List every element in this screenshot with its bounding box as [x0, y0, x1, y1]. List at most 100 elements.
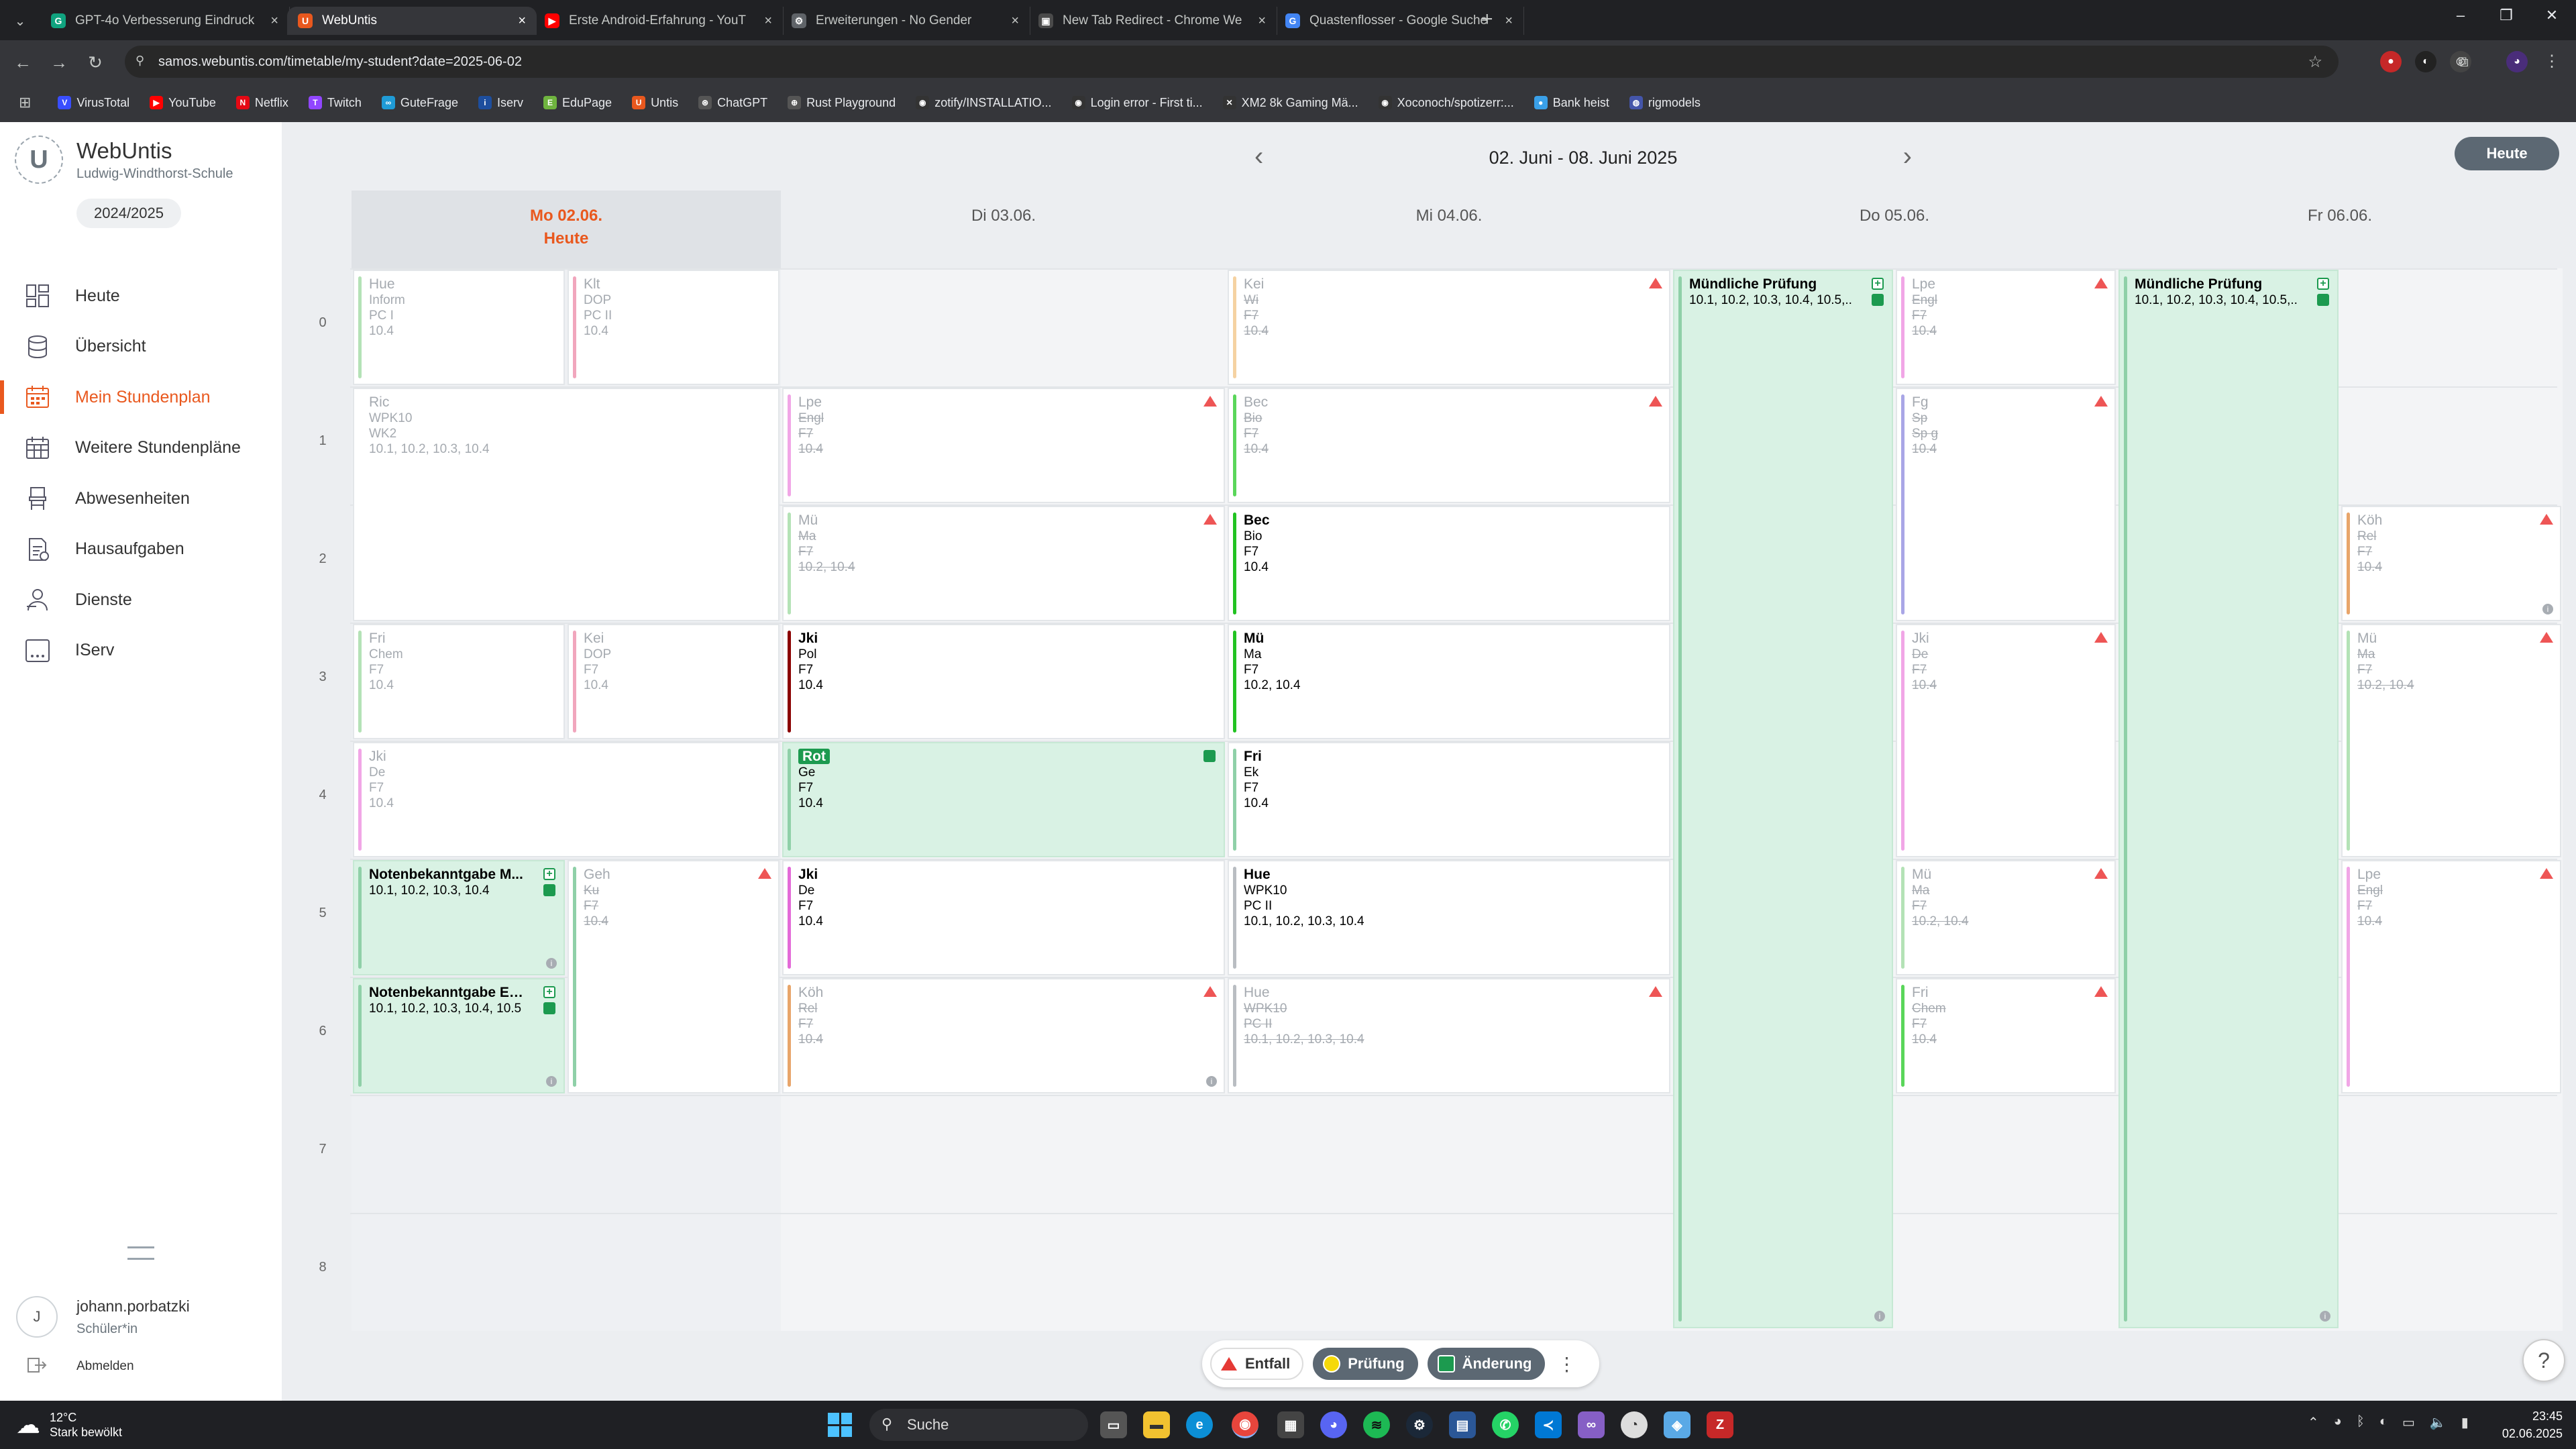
extension-icon[interactable]: ◐ [2415, 51, 2436, 72]
forward-icon[interactable]: → [47, 52, 71, 72]
discord-icon[interactable]: ◕ [1320, 1411, 1347, 1438]
extension-icon[interactable]: ● [2380, 51, 2402, 72]
nav-item[interactable]: Dienste [0, 579, 282, 621]
lesson-card[interactable]: Mü Ma F7 10.2, 10.4 [782, 506, 1225, 621]
user-avatar[interactable]: J [16, 1296, 58, 1338]
browser-tab[interactable]: ▣ New Tab Redirect - Chrome We × [1028, 7, 1277, 35]
apps-grid-icon[interactable]: ⊞ [19, 94, 31, 111]
battery-icon[interactable]: ▮ [2461, 1414, 2469, 1431]
bookmark-item[interactable]: ◉ Login error - First ti... [1071, 96, 1203, 110]
bookmark-item[interactable]: T Twitch [308, 96, 362, 110]
tab-search-icon[interactable]: ⌄ [8, 9, 32, 34]
lesson-card[interactable]: Notenbekanntgabe M... 10.1, 10.2, 10.3, 1… [353, 860, 565, 975]
lesson-card[interactable]: Kei DOP F7 10.4 [568, 624, 780, 739]
volume-icon[interactable]: 🔈 [2430, 1414, 2447, 1431]
lesson-card[interactable]: Ric WPK10 WK2 10.1, 10.2, 10.3, 10.4 [353, 388, 780, 621]
browser-tab[interactable]: ▶ Erste Android-Erfahrung - YouT × [534, 7, 784, 35]
next-week-chevron-icon[interactable]: › [1903, 141, 1912, 172]
week-range-label[interactable]: 02. Juni - 08. Juni 2025 [1489, 148, 1678, 168]
lesson-card[interactable]: Lpe Engl F7 10.4 [782, 388, 1225, 503]
close-tab-icon[interactable]: × [1258, 13, 1266, 29]
bookmark-item[interactable]: ◉ Xoconoch/spotizerr:... [1378, 96, 1514, 110]
info-icon[interactable]: i [1874, 1311, 1885, 1322]
task-view-icon[interactable]: ▭ [1100, 1411, 1127, 1438]
bookmark-item[interactable]: U Untis [632, 96, 678, 110]
previous-week-chevron-icon[interactable]: ‹ [1254, 141, 1263, 172]
info-icon[interactable]: i [546, 1076, 557, 1087]
legend-filter-change[interactable]: Änderung [1427, 1348, 1546, 1380]
legend-filter-exam[interactable]: Prüfung [1313, 1348, 1418, 1380]
info-icon[interactable]: i [1206, 1076, 1217, 1087]
legend-filter-cancel[interactable]: Entfall [1210, 1348, 1304, 1380]
lesson-card[interactable]: Geh Ku F7 10.4 [568, 860, 780, 1093]
browser-tab[interactable]: G GPT-4o Verbesserung Eindruck × [40, 7, 290, 35]
maximize-icon[interactable]: ❐ [2493, 7, 2520, 24]
bookmark-item[interactable]: ⊛ ChatGPT [698, 96, 767, 110]
logout-link[interactable]: Abmelden [76, 1359, 134, 1374]
lesson-card[interactable]: Jki De F7 10.4 [353, 742, 780, 857]
lesson-card[interactable]: Notenbekanntgabe En... 10.1, 10.2, 10.3, … [353, 978, 565, 1093]
browser-tab[interactable]: U WebUntis × [287, 7, 537, 35]
nav-item[interactable]: Weitere Stundenpläne [0, 427, 282, 469]
app-icon[interactable]: ▤ [1449, 1411, 1476, 1438]
whatsapp-icon[interactable]: ✆ [1492, 1411, 1519, 1438]
steam-icon[interactable]: ⚙ [1406, 1411, 1433, 1438]
lesson-card[interactable]: Hue WPK10 PC II 10.1, 10.2, 10.3, 10.4 [1228, 978, 1670, 1093]
info-icon[interactable]: i [2542, 604, 2553, 614]
address-bar[interactable]: ⚲ samos.webuntis.com/timetable/my-studen… [125, 46, 2339, 78]
lesson-card[interactable]: Fri Chem F7 10.4 [1896, 978, 2116, 1093]
new-tab-button[interactable]: + [1481, 8, 1493, 31]
file-explorer-icon[interactable]: ▬ [1143, 1411, 1170, 1438]
spotify-icon[interactable]: ≋ [1363, 1411, 1390, 1438]
close-tab-icon[interactable]: × [1505, 13, 1513, 29]
info-icon[interactable]: i [546, 958, 557, 969]
school-year-selector[interactable]: 2024/2025 [76, 199, 181, 228]
lesson-card[interactable]: Fri Chem F7 10.4 [353, 624, 565, 739]
app-icon[interactable]: ◈ [1664, 1411, 1690, 1438]
bookmark-item[interactable]: N Netflix [235, 96, 288, 110]
bookmark-item[interactable]: ▶ YouTube [150, 96, 216, 110]
bookmark-item[interactable]: ◍ rigmodels [1629, 96, 1701, 110]
reload-icon[interactable]: ↻ [83, 52, 107, 72]
profile-avatar[interactable]: ◕ [2506, 51, 2528, 72]
weather-widget[interactable]: ☁ 12°C Stark bewölkt [16, 1410, 122, 1440]
taskbar-search[interactable]: ⚲ Suche [869, 1409, 1088, 1441]
bookmark-item[interactable]: i Iserv [478, 96, 523, 110]
lesson-card[interactable]: Köh Rel F7 10.4 i [2341, 506, 2561, 621]
close-tab-icon[interactable]: × [270, 13, 278, 29]
bookmark-item[interactable]: ⊕ Rust Playground [788, 96, 896, 110]
lesson-card[interactable]: Hue Inform PC I 10.4 [353, 270, 565, 385]
minimize-icon[interactable]: – [2447, 7, 2474, 24]
nav-item[interactable]: IServ [0, 630, 282, 672]
lesson-card[interactable]: Rot Ge F7 10.4 [782, 742, 1225, 857]
network-icon[interactable]: ▭ [2402, 1414, 2415, 1431]
nav-item[interactable]: Heute [0, 275, 282, 317]
lesson-card[interactable]: Köh Rel F7 10.4 i [782, 978, 1225, 1093]
logout-icon[interactable] [27, 1356, 47, 1374]
lesson-card[interactable]: Fri Ek F7 10.4 [1228, 742, 1670, 857]
lesson-card[interactable]: Mündliche Prüfung 10.1, 10.2, 10.3, 10.4,… [2118, 270, 2339, 1328]
lesson-card[interactable]: Bec Bio F7 10.4 [1228, 506, 1670, 621]
bookmark-item[interactable]: ∞ GuteFrage [381, 96, 458, 110]
close-tab-icon[interactable]: × [764, 13, 772, 29]
close-window-icon[interactable]: ✕ [2538, 7, 2565, 24]
close-tab-icon[interactable]: × [518, 13, 526, 29]
browser-menu-icon[interactable]: ⋮ [2541, 51, 2563, 72]
bookmark-item[interactable]: ● Bank heist [1534, 96, 1609, 110]
lesson-card[interactable]: Klt DOP PC II 10.4 [568, 270, 780, 385]
vscode-icon[interactable]: ≺ [1535, 1411, 1562, 1438]
info-icon[interactable]: i [2320, 1311, 2330, 1322]
windows-start-icon[interactable] [828, 1413, 852, 1437]
chrome-icon[interactable]: ◉ [1232, 1411, 1258, 1438]
back-icon[interactable]: ← [11, 52, 35, 72]
edge-icon[interactable]: e [1186, 1411, 1213, 1438]
help-icon[interactable]: ? [2522, 1339, 2565, 1382]
bookmark-item[interactable]: ✕ XM2 8k Gaming Mä... [1222, 96, 1358, 110]
lesson-card[interactable]: Jki De F7 10.4 [782, 860, 1225, 975]
today-button[interactable]: Heute [2455, 137, 2559, 170]
tray-discord-icon[interactable]: ◕ [2334, 1414, 2342, 1431]
lesson-card[interactable]: Fg Sp Sp g 10.4 [1896, 388, 2116, 621]
lesson-card[interactable]: Mü Ma F7 10.2, 10.4 [2341, 624, 2561, 857]
bookmark-item[interactable]: V VirusTotal [58, 96, 129, 110]
lesson-card[interactable]: Lpe Engl F7 10.4 [1896, 270, 2116, 385]
